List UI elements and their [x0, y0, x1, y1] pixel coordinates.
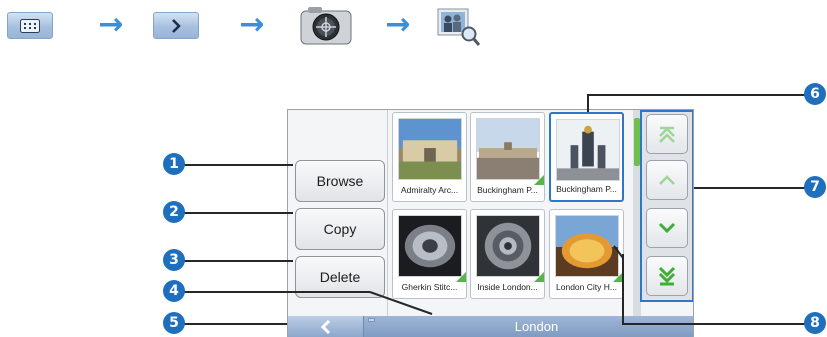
photo-buckingham-palace	[476, 118, 540, 180]
photo-thumbnail-selected[interactable]: Buckingham P...	[549, 112, 624, 202]
callout-line-4	[175, 291, 370, 293]
photo-admiralty-arch	[398, 118, 462, 180]
photo-caption: Buckingham P...	[477, 185, 538, 195]
callout-badge-6: 6	[804, 83, 826, 105]
copy-button-label: Copy	[323, 221, 357, 237]
delete-button-label: Delete	[319, 269, 361, 285]
grid-divider	[387, 110, 388, 316]
callout-badge-5: 5	[163, 312, 185, 334]
new-marker	[456, 272, 466, 282]
photo-caption: Buckingham P...	[556, 184, 617, 194]
right-arrow-icon: →	[239, 7, 265, 42]
camera-button[interactable]	[300, 5, 352, 45]
callout-line-4-diagonal	[369, 291, 433, 315]
right-arrow-icon: →	[98, 7, 124, 42]
scroll-bottom-button[interactable]	[646, 256, 688, 296]
callout-line-8-arrow	[613, 245, 624, 259]
photo-buckingham-gate	[556, 119, 620, 181]
photo-inside-london	[476, 215, 540, 277]
photo-browse-button[interactable]	[436, 5, 481, 47]
callout-badge-1: 1	[163, 153, 185, 175]
callout-badge-4: 4	[163, 280, 185, 302]
right-arrow-icon: →	[385, 7, 411, 42]
bottom-bar: London	[288, 316, 693, 337]
scroll-panel	[640, 110, 693, 302]
callout-line-5	[175, 323, 287, 325]
photo-thumbnail[interactable]: Gherkin Stitc...	[392, 209, 467, 299]
callout-badge-8: 8	[804, 312, 826, 334]
scroll-top-button[interactable]	[646, 114, 688, 154]
back-chevron-icon	[320, 319, 330, 335]
callout-badge-3: 3	[163, 249, 185, 271]
main-menu-grid-icon	[20, 18, 40, 33]
callout-line-3	[175, 260, 293, 262]
browse-button[interactable]: Browse	[295, 160, 385, 202]
callout-line-7	[694, 187, 805, 189]
photo-caption: Admiralty Arc...	[400, 185, 459, 195]
photo-thumbnail[interactable]: Inside London...	[470, 209, 545, 299]
camera-icon	[300, 7, 352, 45]
scroll-up-button[interactable]	[646, 160, 688, 200]
photo-browse-icon	[437, 8, 481, 46]
copy-button[interactable]: Copy	[295, 208, 385, 250]
callout-line-1	[175, 164, 293, 166]
scroll-down-button[interactable]	[646, 208, 688, 248]
back-button[interactable]	[288, 316, 364, 337]
photo-thumbnail[interactable]: Buckingham P...	[470, 112, 545, 202]
callout-badge-2: 2	[163, 201, 185, 223]
new-marker	[534, 175, 544, 185]
main-menu-button[interactable]	[7, 12, 53, 39]
next-chevron-icon	[172, 18, 181, 33]
callout-line-8-vertical	[622, 254, 624, 325]
callout-line-2	[175, 212, 293, 214]
callout-badge-7: 7	[804, 176, 826, 198]
photo-caption: London City H...	[556, 282, 617, 292]
new-marker	[534, 272, 544, 282]
photo-caption: Inside London...	[477, 282, 538, 292]
photo-thumbnail[interactable]: Admiralty Arc...	[392, 112, 467, 202]
photo-gherkin-stitch	[398, 215, 462, 277]
scroll-top-icon	[659, 126, 675, 143]
callout-line-6	[587, 94, 805, 96]
next-button[interactable]	[153, 12, 199, 39]
callout-line-8	[622, 323, 805, 325]
photo-browser-screen: Browse Copy Delete Admiralty Arc... Buck…	[287, 109, 694, 337]
scroll-down-icon	[658, 222, 676, 234]
scroll-up-icon	[659, 175, 675, 185]
browse-button-label: Browse	[316, 173, 364, 189]
scroll-bottom-icon	[658, 266, 676, 286]
callout-line-6-vertical	[587, 94, 589, 112]
